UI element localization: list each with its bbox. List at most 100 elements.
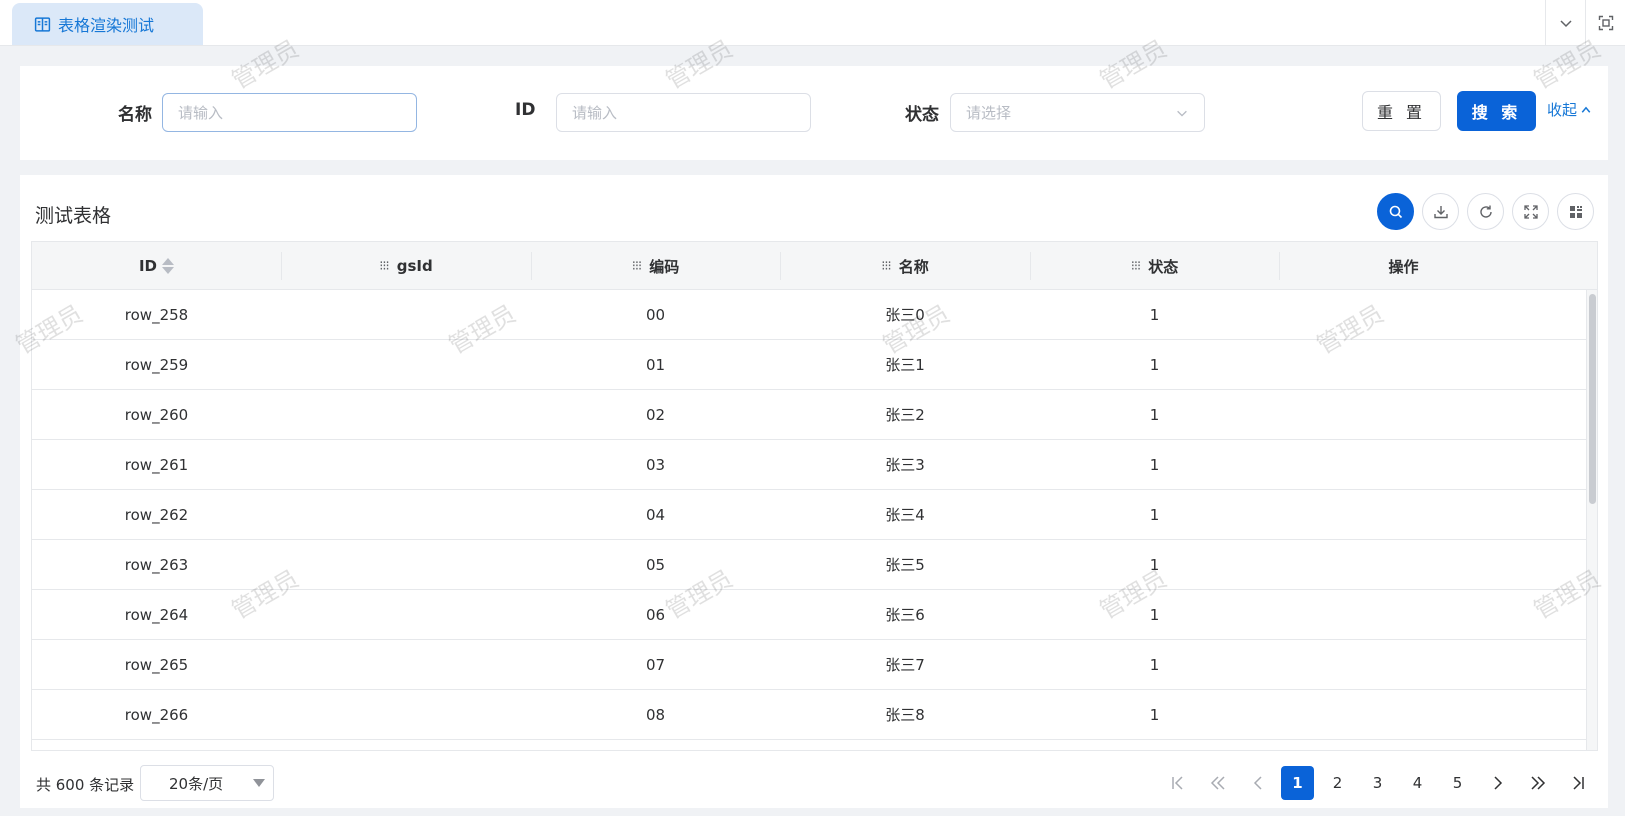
table-search-button[interactable] [1377,193,1414,230]
last-page-button[interactable] [1561,766,1594,800]
chevron-up-icon [1581,106,1591,113]
column-settings-button[interactable] [1557,193,1594,230]
cell-code: 04 [645,505,666,524]
cell-id: row_262 [124,505,189,524]
table-row[interactable]: row_264 06 张三6 1 [32,590,1588,640]
cell-gsId [281,390,531,439]
refresh-icon [1479,205,1492,218]
next-group-button[interactable] [1521,766,1554,800]
first-page-button[interactable] [1161,766,1194,800]
drag-handle-icon[interactable]: ⁝⁝⁝ [881,259,891,274]
cell-id: row_264 [124,605,189,624]
search-panel: 名称 ID 状态 请选择 重 置 搜 索 收起 [20,66,1608,160]
page-button-4[interactable]: 4 [1401,766,1434,800]
cell-code: 07 [645,655,666,674]
cell-gsId [281,490,531,539]
column-header-status[interactable]: ⁝⁝⁝ 状态 [1030,242,1279,290]
column-header-id[interactable]: ID [32,242,281,290]
tab-dropdown-button[interactable] [1545,0,1585,45]
column-header-gsid[interactable]: ⁝⁝⁝ gsId [281,242,531,290]
tab-fullscreen-button[interactable] [1585,0,1625,45]
name-input[interactable] [162,93,417,132]
table-row[interactable]: row_260 02 张三2 1 [32,390,1588,440]
table-scrollbar[interactable] [1586,290,1597,750]
cell-name: 张三4 [885,506,925,524]
cell-name: 张三7 [885,656,925,674]
page-button-5[interactable]: 5 [1441,766,1474,800]
cell-gsId [281,590,531,639]
tab-table-render-test[interactable]: 表格渲染测试 [12,3,203,45]
next-page-button[interactable] [1481,766,1514,800]
table-row[interactable]: row_265 07 张三7 1 [32,640,1588,690]
column-label: 编码 [649,257,680,276]
cell-action [1279,540,1528,589]
page-button-1[interactable]: 1 [1281,766,1314,800]
table-fullscreen-button[interactable] [1512,193,1549,230]
reset-button[interactable]: 重 置 [1362,91,1441,131]
cell-action [1279,390,1528,439]
page-size-select[interactable]: 20条/页 [140,765,274,801]
column-header-action: 操作 [1279,242,1528,290]
fullscreen-icon [1598,15,1613,30]
table-row[interactable]: row_263 05 张三5 1 [32,540,1588,590]
cell-action [1279,690,1528,739]
prev-page-button[interactable] [1241,766,1274,800]
search-button[interactable]: 搜 索 [1457,91,1536,131]
column-header-name[interactable]: ⁝⁝⁝ 名称 [780,242,1030,290]
cell-id: row_259 [124,355,189,374]
caret-down-icon [253,779,265,787]
collapse-link[interactable]: 收起 [1547,99,1592,120]
chevron-down-icon [1559,19,1572,27]
page-button-2[interactable]: 2 [1321,766,1354,800]
scroll-thumb[interactable] [1589,294,1596,504]
column-settings-icon [1569,205,1582,218]
cell-gsId [281,540,531,589]
cell-id: row_266 [124,705,189,724]
sort-icon[interactable] [162,258,175,274]
cell-action [1279,640,1528,689]
pagination: 1 2 3 4 5 [1161,766,1594,800]
cell-code: 00 [645,305,666,324]
refresh-button[interactable] [1467,193,1504,230]
first-page-icon [1171,776,1183,790]
column-label: 操作 [1388,257,1419,276]
cell-status: 1 [1149,305,1160,324]
cell-gsId [281,290,531,339]
cell-code: 02 [645,405,666,424]
download-icon [1433,205,1448,218]
table-row[interactable]: row_259 01 张三1 1 [32,340,1588,390]
cell-code: 03 [645,455,666,474]
cell-status: 1 [1149,505,1160,524]
fullscreen-icon [1523,204,1538,219]
data-table: ID ⁝⁝⁝ gsId ⁝⁝⁝ 编码 ⁝⁝⁝ 名称 ⁝⁝⁝ 状态 操作 row_… [31,241,1598,751]
page-button-3[interactable]: 3 [1361,766,1394,800]
status-select-placeholder: 请选择 [966,104,1012,122]
cell-name: 张三8 [885,706,925,724]
tab-label: 表格渲染测试 [58,16,155,35]
table-row[interactable]: row_266 08 张三8 1 [32,690,1588,740]
double-chevron-right-icon [1530,776,1545,790]
table-title: 测试表格 [35,205,112,227]
name-label: 名称 [118,105,152,125]
cell-name: 张三0 [885,306,925,324]
status-select[interactable]: 请选择 [950,93,1205,132]
download-button[interactable] [1422,193,1459,230]
id-input[interactable] [556,93,811,132]
column-label: 名称 [898,257,929,276]
prev-group-button[interactable] [1201,766,1234,800]
cell-status: 1 [1149,355,1160,374]
drag-handle-icon[interactable]: ⁝⁝⁝ [1131,259,1141,274]
double-chevron-left-icon [1210,776,1225,790]
drag-handle-icon[interactable]: ⁝⁝⁝ [379,259,389,274]
column-header-code[interactable]: ⁝⁝⁝ 编码 [531,242,780,290]
column-label: ID [138,257,158,275]
cell-id: row_263 [124,555,189,574]
table-row[interactable]: row_258 00 张三0 1 [32,290,1588,340]
table-row[interactable]: row_261 03 张三3 1 [32,440,1588,490]
table-row[interactable]: row_262 04 张三4 1 [32,490,1588,540]
cell-action [1279,590,1528,639]
drag-handle-icon[interactable]: ⁝⁝⁝ [632,259,642,274]
cell-gsId [281,440,531,489]
search-icon [1389,205,1402,218]
cell-status: 1 [1149,455,1160,474]
